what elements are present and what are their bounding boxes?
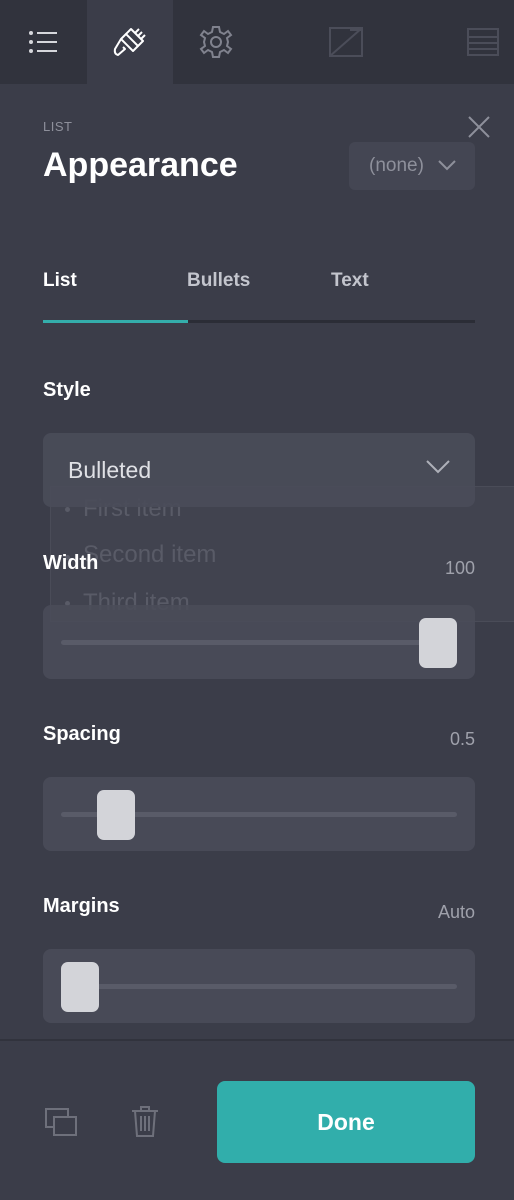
tool-settings[interactable] (173, 0, 259, 84)
appearance-panel: LIST Appearance (none) List Bullets Text… (0, 0, 514, 1200)
tab-bullets[interactable]: Bullets (187, 270, 250, 292)
tool-appearance[interactable] (87, 0, 173, 84)
margins-slider[interactable] (43, 949, 475, 1023)
done-button[interactable]: Done (217, 1081, 475, 1163)
preset-select-value: (none) (369, 155, 424, 176)
style-label: Style (43, 379, 91, 401)
paintbrush-icon (113, 28, 146, 56)
spacing-label: Spacing (43, 723, 121, 745)
tool-media[interactable] (303, 0, 389, 84)
margins-value: Auto (437, 902, 475, 922)
duplicate-icon[interactable] (44, 1107, 80, 1139)
tab-list[interactable]: List (43, 270, 77, 292)
margins-slider-thumb[interactable] (61, 962, 99, 1012)
slider-track (61, 640, 457, 645)
slider-track (61, 984, 457, 989)
preset-select[interactable]: (none) (349, 142, 475, 190)
width-slider[interactable] (43, 605, 475, 679)
width-label: Width (43, 552, 99, 574)
list-icon (29, 31, 57, 53)
table-icon (467, 28, 499, 56)
tool-table[interactable] (440, 0, 514, 84)
page-title: Appearance (43, 146, 238, 184)
style-dropdown[interactable]: Bulleted (43, 433, 475, 507)
spacing-slider-thumb[interactable] (96, 790, 135, 840)
image-icon (329, 27, 363, 57)
spacing-slider[interactable] (43, 777, 475, 851)
width-slider-thumb[interactable] (419, 618, 457, 668)
margins-label: Margins (43, 895, 120, 917)
tab-text[interactable]: Text (331, 270, 369, 292)
footer-divider (0, 1039, 514, 1041)
chevron-down-icon (426, 460, 450, 474)
spacing-value: 0.5 (449, 729, 475, 749)
tab-active-indicator (43, 320, 188, 323)
section-label: LIST (43, 119, 73, 134)
close-icon[interactable] (464, 112, 494, 142)
tool-list[interactable] (0, 0, 86, 84)
gear-icon (199, 26, 233, 58)
style-dropdown-value: Bulleted (68, 457, 152, 483)
width-value: 100 (444, 558, 475, 578)
trash-icon[interactable] (130, 1104, 160, 1138)
top-toolbar (0, 0, 514, 84)
chevron-down-icon (438, 160, 456, 171)
